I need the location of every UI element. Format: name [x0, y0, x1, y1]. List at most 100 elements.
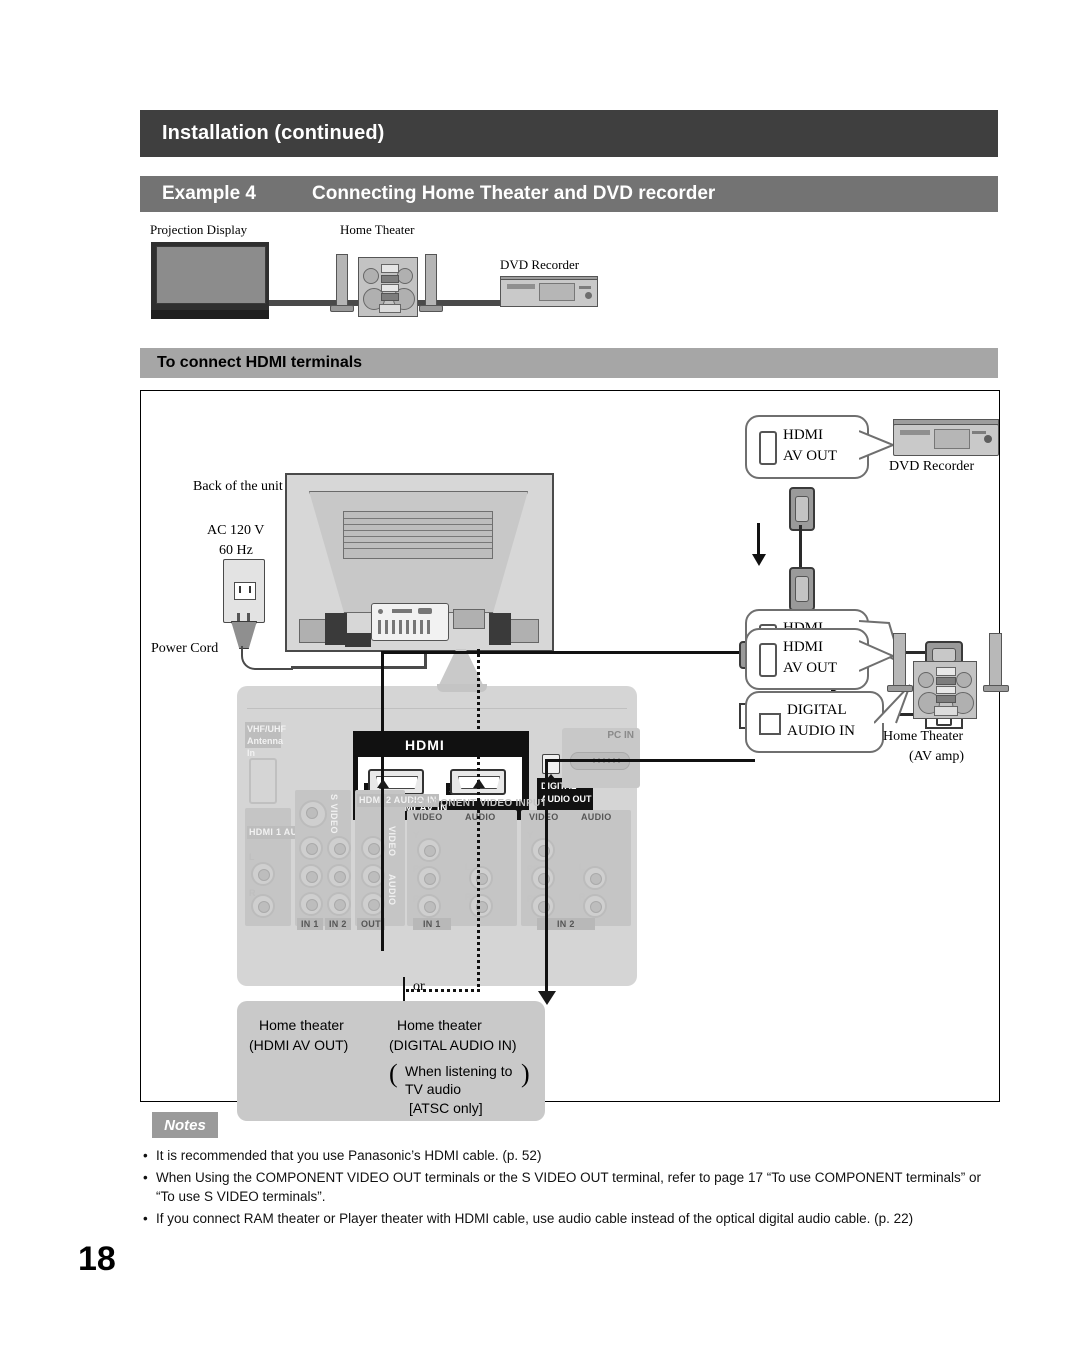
label-home-theater-device: Home Theater: [883, 729, 964, 744]
antenna-terminal: [249, 758, 277, 804]
note-text: When Using the COMPONENT VIDEO OUT termi…: [156, 1170, 982, 1204]
vhf-uhf-antenna-label: VHF/UHF Antenna In: [245, 722, 286, 758]
example-title: Connecting Home Theater and DVD recorder: [312, 183, 716, 204]
tv-upper-module: [453, 609, 485, 629]
av-in1-video-jack: [299, 836, 323, 860]
overview-speaker-left: [336, 254, 348, 306]
callout-hdmi-av-out-ht-line1: HDMI: [783, 639, 823, 655]
pc-in-block: PC IN: [562, 728, 640, 788]
hdmi-solid-path-arrow: [377, 779, 389, 788]
note-item: • If you connect RAM theater or Player t…: [140, 1209, 990, 1228]
overview-tv-screen: [156, 246, 266, 304]
bottom-info-box: Home theater (HDMI AV OUT) Home theater …: [237, 1001, 545, 1121]
tv-connector-block: [345, 633, 371, 647]
component-in1-pr-jack: [417, 894, 441, 918]
component-in1-y-jack: [417, 838, 441, 862]
tv-vent-grille: [343, 511, 493, 559]
home-theater-speaker-right-base: [983, 685, 1009, 692]
example-number: Example 4: [162, 183, 256, 204]
component-in1-y-label: Y: [413, 830, 420, 840]
home-theater-stereo-stack: [913, 661, 977, 719]
optical-port-icon: [759, 713, 781, 735]
hdmi1-left-label: L: [249, 852, 255, 862]
tv-back-illustration: [285, 473, 554, 652]
component-in2-y-label: Y: [527, 830, 534, 840]
component-in2-pr-jack: [531, 894, 555, 918]
callout-hdmi-av-out-dvd-line1: HDMI: [783, 427, 823, 443]
callout-hdmi-av-out-dvd-line2: AV OUT: [783, 448, 838, 464]
overview-speaker-left-base: [330, 305, 354, 312]
label-ac-frequency: 60 Hz: [219, 543, 253, 558]
component-in1-audio-r-jack: [469, 894, 493, 918]
label-back-of-the-unit: Back of the unit: [193, 479, 283, 494]
power-cord-horizontal: [291, 666, 427, 669]
notes-tag: Notes: [152, 1112, 218, 1138]
component-in1-audio-label: AUDIO: [465, 812, 496, 822]
component-in1-audio-l-jack: [469, 866, 493, 890]
overview-speaker-right: [425, 254, 437, 306]
chapter-header-bar: Installation (continued): [140, 110, 998, 157]
callout-digital-audio-in-line2: AUDIO IN: [787, 723, 855, 739]
home-theater-speaker-left-base: [887, 685, 913, 692]
label-power-cord: Power Cord: [151, 641, 219, 656]
chapter-title: Installation (continued): [162, 122, 385, 144]
component-in1-pb-jack: [417, 866, 441, 890]
wall-outlet: [223, 559, 265, 623]
overview-speaker-right-base: [419, 305, 443, 312]
vertical-hdmi-plug-top: [789, 487, 815, 531]
s-video-label: S VIDEO: [329, 794, 339, 835]
notes-list: • It is recommended that you use Panason…: [140, 1146, 990, 1231]
overview-label-home-theater: Home Theater: [340, 222, 415, 237]
tv-heatsink-right: [489, 613, 511, 645]
callout-hdmi-av-out-dvd: HDMI AV OUT: [745, 415, 869, 479]
dvd-recorder-device: [893, 424, 999, 456]
av-in2-label: IN 2: [325, 918, 351, 930]
vertical-cable-arrow-head: [752, 554, 766, 566]
power-plug: [231, 621, 257, 649]
hdmi1-audio-l-jack: [251, 862, 275, 886]
bottom-atsc-note: [ATSC only]: [409, 1100, 483, 1116]
vertical-cable-arrow-stem: [757, 523, 760, 555]
component-in2-pb-jack: [531, 866, 555, 890]
note-bullet: •: [143, 1148, 148, 1163]
tv-heatsink-left: [325, 613, 347, 645]
section-header-bar: To connect HDMI terminals: [140, 348, 998, 378]
label-dvd-recorder-device: DVD Recorder: [889, 459, 975, 474]
bottom-left-line1: Home theater: [259, 1017, 344, 1033]
home-theater-speaker-right: [989, 633, 1002, 689]
label-ac-voltage: AC 120 V: [207, 523, 265, 538]
label-home-theater-avamp: (AV amp): [909, 749, 965, 764]
section-title: To connect HDMI terminals: [157, 354, 363, 371]
optical-path-vertical: [545, 761, 548, 996]
hdmi-logo: HDMI: [405, 737, 445, 753]
bottom-note-line1: When listening to: [405, 1063, 513, 1079]
bottom-right-line1: Home theater: [397, 1017, 482, 1033]
av-in2-audio-l-jack: [327, 864, 351, 888]
terminal-panel-closeup: VHF/UHF Antenna In HDMI 1 2 HDMI AV IN D…: [237, 684, 640, 986]
or-stem: [403, 977, 405, 1003]
tv-right-module: [507, 619, 539, 643]
note-bullet: •: [143, 1211, 148, 1226]
optical-path-horizontal: [545, 759, 755, 762]
pc-in-label: PC IN: [607, 730, 634, 741]
overview-illustration: Projection Display Home Theater DVD Reco…: [140, 222, 700, 342]
component-in1-label: IN 1: [413, 918, 451, 930]
hdmi-connection-diagram: Back of the unit AC 120 V 60 Hz Power Co…: [140, 390, 1009, 1121]
bottom-left-line2: (HDMI AV OUT): [249, 1037, 349, 1053]
example-header-bar: Example 4 Connecting Home Theater and DV…: [140, 176, 998, 212]
av-out-audio-label: AUDIO: [387, 874, 397, 906]
component-in2-y-jack: [531, 838, 555, 862]
hdmi-solid-path-vertical: [381, 651, 384, 951]
note-item: • When Using the COMPONENT VIDEO OUT ter…: [140, 1168, 990, 1206]
s-video-jack: [299, 800, 327, 828]
component-in1-video-label: VIDEO: [413, 812, 443, 822]
note-item: • It is recommended that you use Panason…: [140, 1146, 990, 1165]
hdmi-port-icon: [759, 431, 777, 465]
manual-page: Installation (continued) Example 4 Conne…: [0, 0, 1080, 1363]
component-in2-audio-l-jack: [583, 866, 607, 890]
hdmi-solid-path-horizontal: [381, 651, 761, 654]
component-in2-audio-r-jack: [583, 894, 607, 918]
callout-digital-audio-in: DIGITAL AUDIO IN: [745, 691, 884, 753]
av-in2-video-jack: [327, 836, 351, 860]
hdmi-dotted-path-vertical: [477, 649, 480, 992]
